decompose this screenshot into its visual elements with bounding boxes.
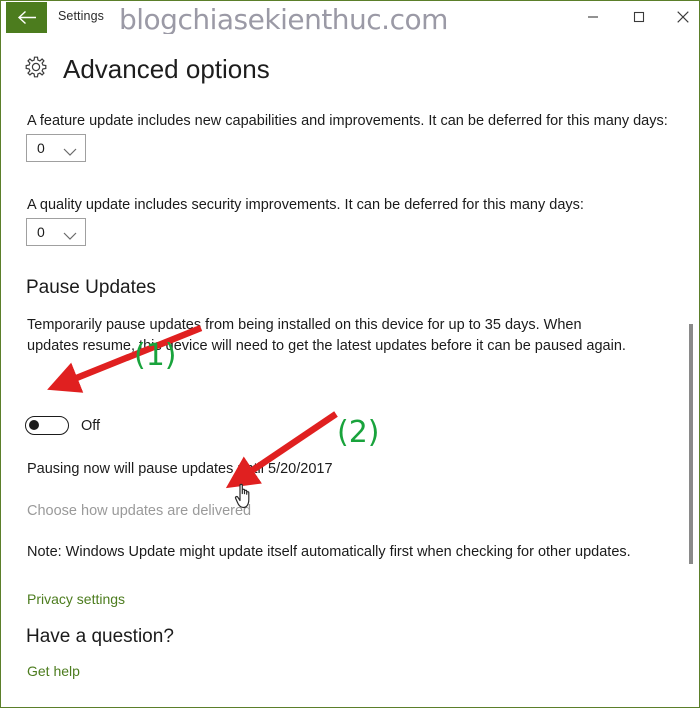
back-button[interactable]	[6, 2, 47, 33]
minimize-button[interactable]	[571, 3, 615, 31]
pause-updates-heading: Pause Updates	[26, 277, 156, 298]
quality-update-defer-value: 0	[37, 224, 45, 240]
title-bar: Settings blogchiasekienthuc.com	[1, 1, 699, 36]
pause-updates-description: Temporarily pause updates from being ins…	[27, 317, 626, 354]
feature-update-defer-value: 0	[37, 140, 45, 156]
have-a-question-heading: Have a question?	[26, 626, 174, 647]
watermark-text: blogchiasekienthuc.com	[119, 3, 448, 36]
scrollbar-thumb[interactable]	[689, 324, 693, 564]
toggle-knob	[29, 420, 39, 430]
gear-icon	[23, 54, 49, 85]
chevron-down-icon	[63, 228, 77, 246]
pause-until-text: Pausing now will pause updates until 5/2…	[27, 461, 333, 477]
quality-update-defer-select[interactable]: 0	[26, 218, 86, 246]
privacy-settings-link[interactable]: Privacy settings	[27, 591, 125, 607]
app-title: Settings	[58, 9, 104, 23]
page-header: Advanced options	[23, 54, 270, 85]
get-help-link[interactable]: Get help	[27, 663, 80, 679]
feature-update-defer-select[interactable]: 0	[26, 134, 86, 162]
settings-window: Settings blogchiasekienthuc.com Advanced…	[0, 0, 700, 708]
settings-content: Advanced options A feature update includ…	[1, 34, 699, 707]
chevron-down-icon	[63, 144, 77, 162]
pause-updates-toggle-label: Off	[81, 418, 101, 434]
feature-update-description: A feature update includes new capabiliti…	[27, 113, 668, 129]
maximize-button[interactable]	[617, 3, 661, 31]
pause-updates-toggle[interactable]	[25, 416, 69, 435]
quality-update-description: A quality update includes security impro…	[27, 197, 584, 213]
close-button[interactable]	[661, 3, 699, 31]
choose-how-updates-are-delivered-link[interactable]: Choose how updates are delivered	[27, 503, 251, 519]
note-text: Note: Windows Update might update itself…	[27, 544, 631, 560]
scrollbar-track[interactable]	[688, 34, 697, 707]
page-title: Advanced options	[63, 54, 270, 84]
